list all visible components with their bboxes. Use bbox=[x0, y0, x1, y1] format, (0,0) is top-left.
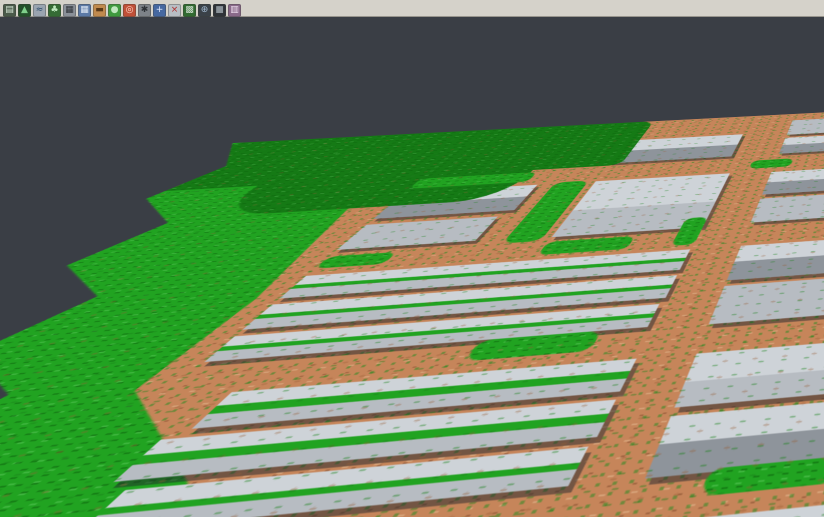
building-roof bbox=[762, 165, 824, 195]
ground-icon[interactable]: ▬ bbox=[93, 4, 106, 17]
building-roof bbox=[727, 235, 824, 280]
vegetation-patch bbox=[315, 252, 397, 269]
close-icon[interactable]: × bbox=[168, 4, 181, 17]
building-roof bbox=[674, 339, 824, 408]
buildings-icon[interactable]: ▦ bbox=[63, 4, 76, 17]
vegetation-patch bbox=[749, 158, 793, 168]
mesh-icon[interactable]: ▦ bbox=[78, 4, 91, 17]
globe-icon[interactable]: ⊕ bbox=[198, 4, 211, 17]
vegetation-patch bbox=[538, 236, 635, 255]
layers-icon[interactable]: ▤ bbox=[3, 4, 16, 17]
gear-icon[interactable]: ✱ bbox=[138, 4, 151, 17]
chart-icon[interactable]: ▥ bbox=[228, 4, 241, 17]
building-roof bbox=[779, 132, 824, 154]
crosshair-icon[interactable]: + bbox=[153, 4, 166, 17]
building-roof bbox=[337, 216, 498, 249]
toolbar-icon-group: ▤▲≈♣▦▦▬●◎✱+×▩⊕■▥ bbox=[2, 0, 242, 17]
3d-viewport[interactable] bbox=[0, 17, 824, 517]
toolbar: ▤▲≈♣▦▦▬●◎✱+×▩⊕■▥ bbox=[0, 0, 824, 17]
point-cloud-scene[interactable] bbox=[0, 65, 824, 517]
cube-icon[interactable]: ■ bbox=[213, 4, 226, 17]
building-roof bbox=[751, 191, 824, 223]
water-icon[interactable]: ≈ bbox=[33, 4, 46, 17]
building-roof bbox=[528, 501, 824, 517]
building-roof bbox=[709, 274, 824, 324]
sphere-icon[interactable]: ● bbox=[108, 4, 121, 17]
trees-icon[interactable]: ♣ bbox=[48, 4, 61, 17]
target-icon[interactable]: ◎ bbox=[123, 4, 136, 17]
terrain-icon[interactable]: ▲ bbox=[18, 4, 31, 17]
checker-icon[interactable]: ▩ bbox=[183, 4, 196, 17]
building-roof bbox=[787, 115, 824, 135]
